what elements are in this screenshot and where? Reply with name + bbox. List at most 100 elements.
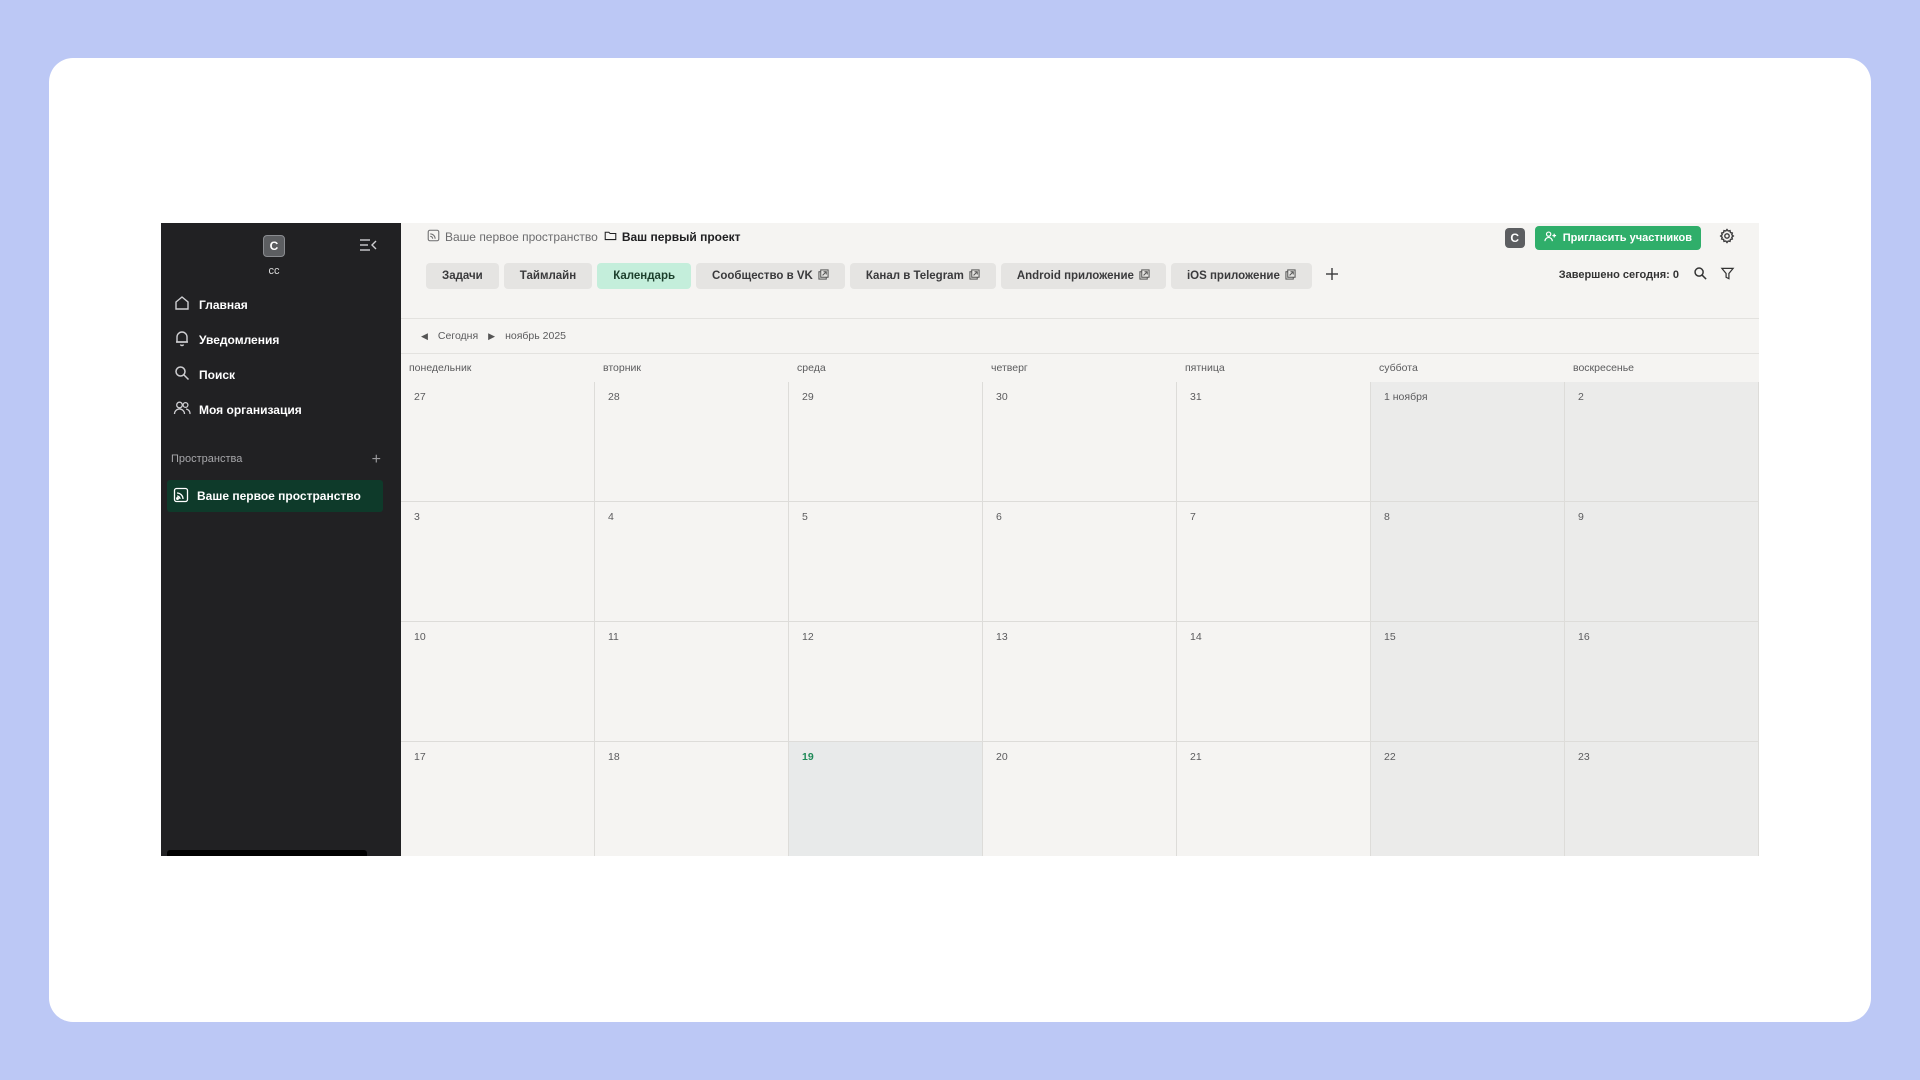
- calendar-day-cell[interactable]: 17: [401, 742, 595, 856]
- weekday-label: воскресенье: [1573, 362, 1635, 374]
- calendar-day-cell[interactable]: 9: [1565, 502, 1759, 622]
- project-tabs: Задачи Таймлайн Календарь Сообщество в V…: [426, 263, 1343, 289]
- collapse-sidebar-icon[interactable]: [359, 237, 377, 253]
- calendar-day-cell[interactable]: 30: [983, 382, 1177, 502]
- day-number: 11: [608, 631, 619, 643]
- tab-timeline[interactable]: Таймлайн: [503, 263, 593, 289]
- breadcrumb-project[interactable]: Ваш первый проект: [604, 229, 741, 245]
- weekday-header: понедельник вторник среда четверг пятниц…: [401, 354, 1759, 383]
- calendar-day-cell[interactable]: 14: [1177, 622, 1371, 742]
- day-number: 1 ноября: [1384, 391, 1428, 403]
- add-user-icon: [1544, 230, 1557, 246]
- people-icon: [173, 399, 191, 420]
- prev-month-icon[interactable]: ◀: [421, 331, 428, 342]
- bell-icon: [173, 329, 191, 350]
- calendar-day-cell[interactable]: 23: [1565, 742, 1759, 856]
- calendar-day-cell-today[interactable]: 19: [789, 742, 983, 856]
- add-space-icon[interactable]: +: [372, 451, 381, 467]
- sidebar-scrollbar[interactable]: [167, 850, 367, 856]
- tab-android-app[interactable]: Android приложение: [1000, 263, 1166, 289]
- calendar-day-cell[interactable]: 10: [401, 622, 595, 742]
- calendar-day-cell[interactable]: 28: [595, 382, 789, 502]
- tab-label: Задачи: [442, 270, 483, 282]
- spaces-section-header: Пространства +: [171, 451, 381, 467]
- calendar-day-cell[interactable]: 18: [595, 742, 789, 856]
- space-label: Ваше первое пространство: [197, 489, 361, 503]
- sidebar-item-label: Поиск: [199, 367, 236, 382]
- user-badge[interactable]: C: [1504, 228, 1525, 248]
- next-month-icon[interactable]: ▶: [488, 331, 495, 342]
- calendar-day-cell[interactable]: 3: [401, 502, 595, 622]
- calendar-day-cell[interactable]: 2: [1565, 382, 1759, 502]
- day-number: 18: [608, 751, 620, 763]
- day-number: 30: [996, 391, 1008, 403]
- sidebar-item-label: Уведомления: [199, 332, 280, 347]
- month-label: ноябрь 2025: [505, 330, 567, 342]
- external-link-icon: [1285, 269, 1296, 283]
- user-avatar[interactable]: C: [263, 235, 285, 257]
- filter-icon[interactable]: [1720, 266, 1735, 284]
- top-right-actions: C Пригласить участников: [1504, 226, 1735, 250]
- tab-vk-community[interactable]: Сообщество в VK: [696, 263, 845, 289]
- weekday-label: суббота: [1379, 362, 1418, 374]
- tab-ios-app[interactable]: iOS приложение: [1170, 263, 1312, 289]
- calendar-day-cell[interactable]: 16: [1565, 622, 1759, 742]
- add-tab-button[interactable]: [1321, 265, 1343, 287]
- calendar-day-cell[interactable]: 7: [1177, 502, 1371, 622]
- view-tools: Завершено сегодня: 0: [1559, 266, 1735, 284]
- calendar-day-cell[interactable]: 11: [595, 622, 789, 742]
- day-number: 31: [1190, 391, 1202, 403]
- tab-label: Таймлайн: [519, 270, 577, 282]
- calendar-day-cell[interactable]: 21: [1177, 742, 1371, 856]
- calendar-day-cell[interactable]: 1 ноября: [1371, 382, 1565, 502]
- calendar-day-cell[interactable]: 6: [983, 502, 1177, 622]
- sidebar-item-notifications[interactable]: Уведомления: [171, 322, 391, 357]
- calendar-day-cell[interactable]: 15: [1371, 622, 1565, 742]
- calendar-day-cell[interactable]: 20: [983, 742, 1177, 856]
- day-number: 21: [1190, 751, 1202, 763]
- calendar-day-cell[interactable]: 22: [1371, 742, 1565, 856]
- main-area: Ваше первое пространство Ваш первый прое…: [401, 223, 1759, 856]
- calendar-day-cell[interactable]: 8: [1371, 502, 1565, 622]
- tab-telegram-channel[interactable]: Канал в Telegram: [849, 263, 996, 289]
- gear-icon[interactable]: [1719, 227, 1735, 249]
- day-number: 22: [1384, 751, 1396, 763]
- breadcrumb-space[interactable]: Ваше первое пространство: [427, 229, 598, 245]
- calendar-day-cell[interactable]: 13: [983, 622, 1177, 742]
- today-button[interactable]: Сегодня: [438, 330, 478, 342]
- day-number: 4: [608, 511, 614, 523]
- top-bar: Ваше первое пространство Ваш первый прое…: [401, 223, 1759, 319]
- day-number: 7: [1190, 511, 1196, 523]
- sidebar-item-label: Главная: [199, 297, 248, 312]
- tab-calendar[interactable]: Календарь: [597, 263, 692, 289]
- spaces-title: Пространства: [171, 453, 243, 465]
- tab-label: Android приложение: [1016, 270, 1134, 282]
- calendar-day-cell[interactable]: 4: [595, 502, 789, 622]
- sidebar-item-home[interactable]: Главная: [171, 287, 391, 322]
- sidebar-item-space[interactable]: Ваше первое пространство: [167, 480, 383, 512]
- space-icon: [173, 487, 189, 506]
- day-number: 27: [414, 391, 426, 403]
- day-number: 16: [1578, 631, 1590, 643]
- weekday-label: среда: [797, 362, 826, 374]
- search-icon[interactable]: [1693, 266, 1708, 284]
- calendar-day-cell[interactable]: 27: [401, 382, 595, 502]
- calendar-day-cell[interactable]: 12: [789, 622, 983, 742]
- day-number: 13: [996, 631, 1008, 643]
- invite-members-button[interactable]: Пригласить участников: [1534, 226, 1701, 250]
- calendar-day-cell[interactable]: 5: [789, 502, 983, 622]
- calendar-day-cell[interactable]: 31: [1177, 382, 1371, 502]
- weekday-label: понедельник: [409, 362, 472, 374]
- calendar-day-cell[interactable]: 29: [789, 382, 983, 502]
- day-number: 6: [996, 511, 1002, 523]
- day-number: 10: [414, 631, 426, 643]
- sidebar-item-search[interactable]: Поиск: [171, 357, 391, 392]
- app-window: C сс Главная Уведомления Поиск Моя орган…: [161, 223, 1759, 856]
- day-number: 17: [414, 751, 426, 763]
- sidebar: C сс Главная Уведомления Поиск Моя орган…: [161, 223, 401, 856]
- breadcrumb: Ваше первое пространство Ваш первый прое…: [427, 229, 741, 245]
- plus-icon: [1325, 267, 1339, 286]
- sidebar-item-organization[interactable]: Моя организация: [171, 392, 391, 427]
- day-number: 19: [802, 751, 814, 763]
- tab-tasks[interactable]: Задачи: [426, 263, 499, 289]
